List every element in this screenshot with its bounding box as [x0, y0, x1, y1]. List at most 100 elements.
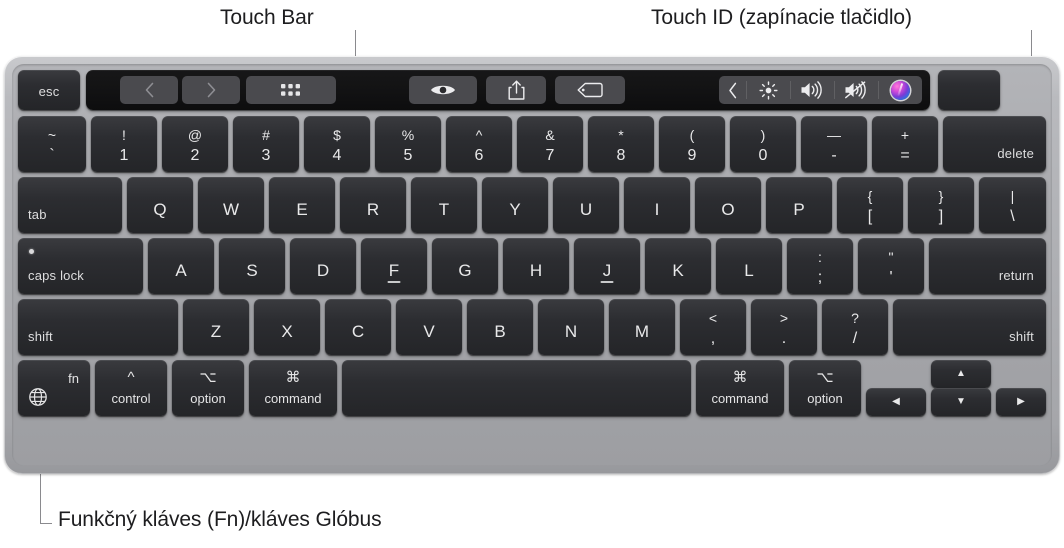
key-h-label: H — [529, 261, 543, 280]
touch-bar-quick-look-button[interactable] — [409, 76, 477, 104]
key-n[interactable]: N — [538, 299, 604, 355]
key-right-bracket[interactable]: } ] — [908, 177, 974, 233]
key-arrow-up[interactable]: ▲ — [931, 360, 991, 388]
key-q[interactable]: Q — [127, 177, 193, 233]
key-8-lower: 8 — [616, 147, 626, 164]
key-m[interactable]: M — [609, 299, 675, 355]
key-6[interactable]: ^ 6 — [446, 116, 512, 172]
key-w[interactable]: W — [198, 177, 264, 233]
key-backslash[interactable]: | \ — [979, 177, 1046, 233]
touch-bar-forward-button[interactable] — [182, 76, 240, 104]
touch-id-button[interactable] — [938, 70, 1000, 110]
key-control-left-label: control — [111, 391, 151, 406]
key-i[interactable]: I — [624, 177, 690, 233]
key-return[interactable]: return — [929, 238, 1046, 294]
key-semicolon[interactable]: : ; — [787, 238, 853, 294]
key-backslash-lower: \ — [1010, 208, 1015, 225]
key-minus[interactable]: — - — [801, 116, 867, 172]
control-strip-expand-button[interactable] — [719, 76, 746, 104]
key-right-bracket-upper: } — [938, 188, 944, 204]
key-quote-upper: " — [888, 249, 894, 265]
tag-icon — [577, 82, 603, 98]
key-p[interactable]: P — [766, 177, 832, 233]
key-d[interactable]: D — [290, 238, 356, 294]
key-equals[interactable]: + = — [872, 116, 938, 172]
macbook-keyboard: esc ~ ` ! 1 @ 2 # 3 $ 4 % 5 ^ 6 & 7 * 8 … — [4, 56, 1060, 474]
key-z[interactable]: Z — [183, 299, 249, 355]
key-s[interactable]: S — [219, 238, 285, 294]
touch-bar-grid-view-button[interactable] — [246, 76, 336, 104]
key-2[interactable]: @ 2 — [162, 116, 228, 172]
arrow-left-icon: ◀ — [892, 396, 900, 407]
key-backtick[interactable]: ~ ` — [18, 116, 86, 172]
caps-lock-led-icon — [29, 249, 34, 254]
key-0[interactable]: ) 0 — [730, 116, 796, 172]
key-comma[interactable]: < , — [680, 299, 746, 355]
touch-bar-share-button[interactable] — [486, 76, 546, 104]
key-j[interactable]: J — [574, 238, 640, 294]
key-s-label: S — [246, 261, 258, 280]
key-7[interactable]: & 7 — [517, 116, 583, 172]
key-k[interactable]: K — [645, 238, 711, 294]
key-u[interactable]: U — [553, 177, 619, 233]
key-v[interactable]: V — [396, 299, 462, 355]
key-r[interactable]: R — [340, 177, 406, 233]
key-slash[interactable]: ? / — [822, 299, 888, 355]
control-strip-brightness-button[interactable] — [746, 76, 790, 104]
arrow-down-icon: ▼ — [956, 396, 966, 407]
key-0-upper: ) — [760, 127, 766, 143]
key-x[interactable]: X — [254, 299, 320, 355]
key-left-bracket[interactable]: { [ — [837, 177, 903, 233]
key-tab[interactable]: tab — [18, 177, 122, 233]
touch-bar-tag-button[interactable] — [555, 76, 625, 104]
key-space[interactable] — [342, 360, 691, 416]
key-c[interactable]: C — [325, 299, 391, 355]
key-1[interactable]: ! 1 — [91, 116, 157, 172]
key-9[interactable]: ( 9 — [659, 116, 725, 172]
touch-bar[interactable] — [86, 70, 930, 110]
key-o[interactable]: O — [695, 177, 761, 233]
key-y[interactable]: Y — [482, 177, 548, 233]
key-command-left[interactable]: ⌘ command — [249, 360, 337, 416]
key-8[interactable]: * 8 — [588, 116, 654, 172]
key-f[interactable]: F — [361, 238, 427, 294]
key-l[interactable]: L — [716, 238, 782, 294]
key-command-left-label: command — [264, 391, 322, 406]
key-caps-lock[interactable]: caps lock — [18, 238, 143, 294]
touch-bar-back-button[interactable] — [120, 76, 178, 104]
key-a[interactable]: A — [148, 238, 214, 294]
key-3[interactable]: # 3 — [233, 116, 299, 172]
key-quote[interactable]: " ' — [858, 238, 924, 294]
control-strip-siri-button[interactable] — [878, 76, 922, 104]
key-arrow-left[interactable]: ◀ — [866, 388, 926, 416]
key-shift-left[interactable]: shift — [18, 299, 178, 355]
key-command-right[interactable]: ⌘ command — [696, 360, 784, 416]
key-5[interactable]: % 5 — [375, 116, 441, 172]
control-symbol: ^ — [127, 369, 135, 386]
key-fn-globe[interactable]: fn — [18, 360, 90, 416]
control-strip-mute-button[interactable] — [834, 76, 878, 104]
key-shift-right[interactable]: shift — [893, 299, 1046, 355]
key-arrow-down[interactable]: ▼ — [931, 388, 991, 416]
key-esc[interactable]: esc — [18, 70, 80, 110]
key-1-lower: 1 — [119, 147, 129, 164]
key-4[interactable]: $ 4 — [304, 116, 370, 172]
key-control-left[interactable]: ^ control — [95, 360, 167, 416]
key-delete[interactable]: delete — [943, 116, 1046, 172]
key-option-right[interactable]: ⌥ option — [789, 360, 861, 416]
touch-bar-control-strip[interactable] — [719, 76, 922, 104]
key-t[interactable]: T — [411, 177, 477, 233]
key-k-label: K — [672, 261, 684, 280]
key-arrow-right[interactable]: ▶ — [996, 388, 1046, 416]
key-e[interactable]: E — [269, 177, 335, 233]
key-period[interactable]: > . — [751, 299, 817, 355]
key-option-left[interactable]: ⌥ option — [172, 360, 244, 416]
key-2-upper: @ — [187, 127, 203, 143]
control-strip-volume-button[interactable] — [790, 76, 834, 104]
key-comma-upper: < — [708, 310, 718, 326]
key-g[interactable]: G — [432, 238, 498, 294]
globe-icon — [28, 387, 48, 407]
key-b[interactable]: B — [467, 299, 533, 355]
key-h[interactable]: H — [503, 238, 569, 294]
key-quote-lower: ' — [889, 269, 893, 286]
